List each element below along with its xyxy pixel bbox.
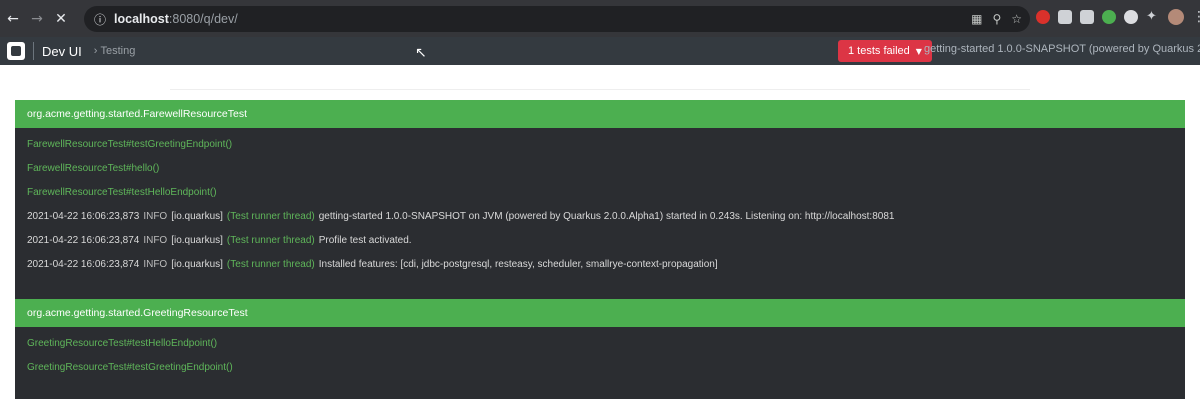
forward-arrow-icon[interactable]: → bbox=[26, 8, 48, 30]
log-line: 2021-04-22 16:06:23,873 INFO [io.quarkus… bbox=[27, 204, 1173, 228]
log-message: Installed features: [cdi, jdbc-postgresq… bbox=[318, 258, 718, 270]
log-timestamp: 2021-04-22 16:06:23,874 bbox=[27, 258, 140, 270]
log-line: 2021-04-22 16:06:23,874 INFO [io.quarkus… bbox=[27, 228, 1173, 252]
extension-icon[interactable] bbox=[1102, 10, 1116, 24]
log-thread: (Test runner thread) bbox=[226, 258, 315, 270]
divider bbox=[33, 42, 34, 60]
devui-header: Dev UI › Testing 1 tests failed ▼ gettin… bbox=[0, 37, 1200, 65]
test-result-item[interactable]: FarewellResourceTest#hello() bbox=[27, 156, 1173, 180]
log-message: getting-started 1.0.0-SNAPSHOT on JVM (p… bbox=[318, 210, 895, 222]
bookmark-star-icon[interactable]: ☆ bbox=[1011, 12, 1022, 26]
extension-icon[interactable] bbox=[1058, 10, 1072, 24]
test-class-farewell: org.acme.getting.started.FarewellResourc… bbox=[15, 100, 1185, 309]
test-result-item[interactable]: GreetingResourceTest#testHelloEndpoint() bbox=[27, 331, 1173, 355]
browser-toolbar: ← → ✕ ⓘ localhost :8080/q/dev/ ▦ ⚲ ☆ ✦ ⋮ bbox=[0, 0, 1200, 37]
test-class-greeting: org.acme.getting.started.GreetingResourc… bbox=[15, 299, 1185, 399]
log-message: Profile test activated. bbox=[318, 234, 412, 246]
log-level: INFO bbox=[143, 210, 168, 222]
caret-down-icon: ▼ bbox=[915, 46, 922, 56]
quarkus-logo-icon[interactable] bbox=[7, 42, 25, 60]
back-arrow-icon[interactable]: ← bbox=[2, 8, 24, 30]
log-line: 2021-04-22 16:06:23,874 INFO [io.quarkus… bbox=[27, 252, 1173, 276]
test-result-item[interactable]: GreetingResourceTest#testGreetingEndpoin… bbox=[27, 355, 1173, 379]
log-category: [io.quarkus] bbox=[171, 210, 223, 222]
test-class-body: FarewellResourceTest#testGreetingEndpoin… bbox=[15, 128, 1185, 309]
log-category: [io.quarkus] bbox=[171, 258, 223, 270]
test-result-item[interactable]: FarewellResourceTest#testGreetingEndpoin… bbox=[27, 132, 1173, 156]
address-bar[interactable]: ⓘ localhost :8080/q/dev/ ▦ ⚲ ☆ bbox=[84, 6, 1030, 32]
stop-loading-icon[interactable]: ✕ bbox=[50, 8, 72, 30]
page-title[interactable]: Dev UI bbox=[42, 44, 82, 59]
info-icon[interactable]: ⓘ bbox=[94, 11, 106, 28]
version-text: getting-started 1.0.0-SNAPSHOT (powered … bbox=[924, 43, 1200, 55]
log-level: INFO bbox=[143, 258, 168, 270]
zoom-icon[interactable]: ⚲ bbox=[992, 12, 1001, 26]
breadcrumb-testing: Testing bbox=[100, 45, 136, 57]
profile-avatar[interactable] bbox=[1168, 9, 1184, 25]
log-timestamp: 2021-04-22 16:06:23,873 bbox=[27, 210, 140, 222]
extension-icon[interactable] bbox=[1124, 10, 1138, 24]
test-class-header[interactable]: org.acme.getting.started.FarewellResourc… bbox=[15, 100, 1185, 128]
extension-icon[interactable] bbox=[1080, 10, 1094, 24]
tests-failed-button[interactable]: 1 tests failed ▼ bbox=[838, 40, 932, 62]
divider bbox=[170, 89, 1030, 90]
menu-kebab-icon[interactable]: ⋮ bbox=[1192, 9, 1200, 25]
log-timestamp: 2021-04-22 16:06:23,874 bbox=[27, 234, 140, 246]
puzzle-icon[interactable]: ✦ bbox=[1146, 10, 1160, 24]
log-level: INFO bbox=[143, 234, 168, 246]
tests-failed-label: 1 tests failed bbox=[848, 45, 910, 57]
log-thread: (Test runner thread) bbox=[226, 210, 315, 222]
url-path: :8080/q/dev/ bbox=[168, 12, 238, 26]
breadcrumb: › Testing bbox=[93, 45, 136, 57]
grid-icon[interactable]: ▦ bbox=[971, 12, 982, 26]
log-thread: (Test runner thread) bbox=[226, 234, 315, 246]
test-result-item[interactable]: FarewellResourceTest#testHelloEndpoint() bbox=[27, 180, 1173, 204]
test-class-body: GreetingResourceTest#testHelloEndpoint()… bbox=[15, 327, 1185, 399]
log-category: [io.quarkus] bbox=[171, 234, 223, 246]
test-class-name: org.acme.getting.started.FarewellResourc… bbox=[27, 108, 248, 120]
mouse-pointer-icon: ↖ bbox=[415, 45, 427, 61]
url-host: localhost bbox=[114, 12, 169, 26]
adblock-icon[interactable] bbox=[1036, 10, 1050, 24]
test-class-header[interactable]: org.acme.getting.started.GreetingResourc… bbox=[15, 299, 1185, 327]
test-class-name: org.acme.getting.started.GreetingResourc… bbox=[27, 307, 248, 319]
